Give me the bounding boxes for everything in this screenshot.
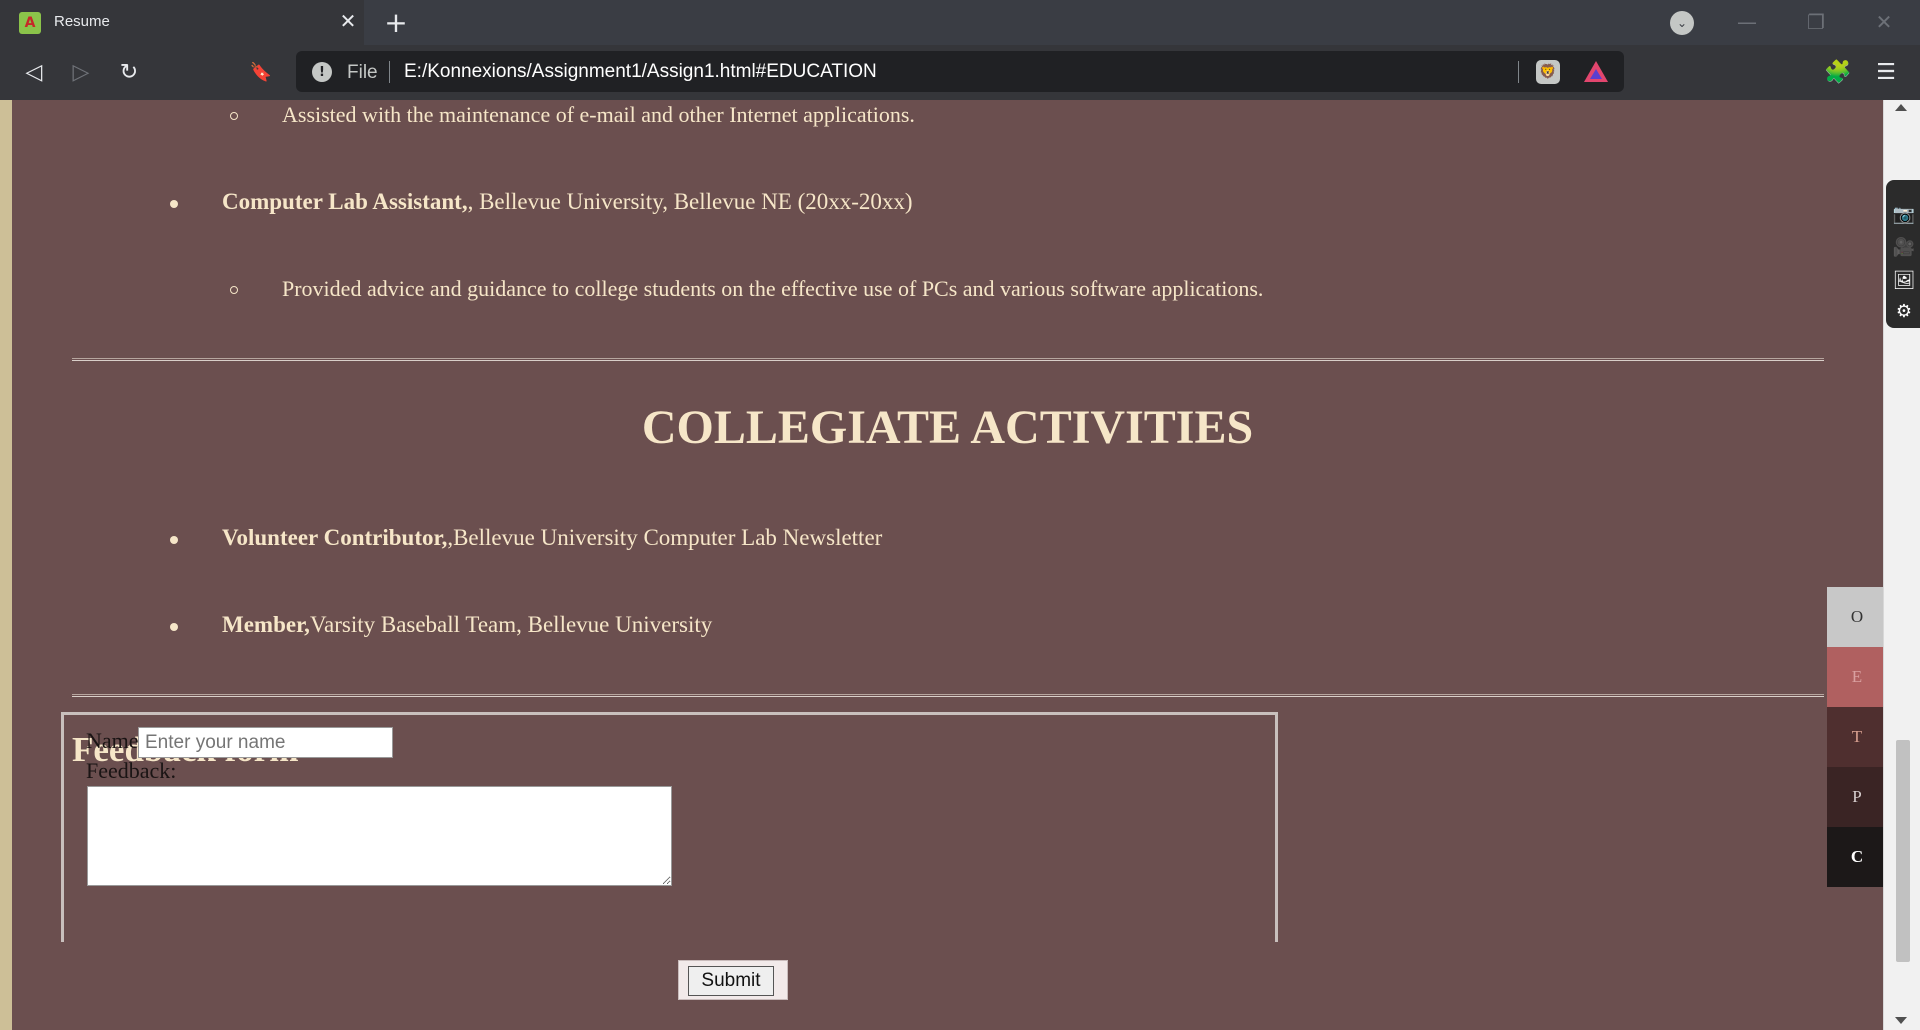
list-item: Assisted with the maintenance of e-mail … <box>282 102 915 127</box>
section-nav-item-e[interactable]: E <box>1827 647 1887 707</box>
bookmark-icon[interactable]: 🔖 <box>245 56 277 88</box>
list-item: Computer Lab Assistant,, Bellevue Univer… <box>222 189 913 215</box>
tab-title: Resume <box>54 13 110 30</box>
favicon-icon: A <box>19 12 41 34</box>
scroll-thumb[interactable] <box>1896 740 1910 962</box>
tab-bar: A Resume ✕ + ⌄ — ❐ ✕ <box>0 0 1920 45</box>
omnibox-divider <box>389 61 390 83</box>
list-item: Provided advice and guidance to college … <box>282 276 1264 301</box>
list-bullet <box>170 536 178 544</box>
list-bullet <box>170 200 178 208</box>
activity-detail: Varsity Baseball Team, Bellevue Universi… <box>309 612 713 637</box>
brave-shield-icon[interactable]: 🦁 <box>1536 60 1560 84</box>
page-left-border <box>0 100 12 1030</box>
extensions-icon[interactable]: 🧩 <box>1822 56 1854 88</box>
new-tab-button[interactable]: + <box>382 6 410 39</box>
file-scheme-label: File <box>347 62 378 83</box>
section-title: COLLEGIATE ACTIVITIES <box>641 401 1254 454</box>
section-nav: O E T P C <box>1827 587 1887 887</box>
gallery-icon[interactable]: 🖼 <box>1892 268 1916 292</box>
activity-role: Volunteer Contributor, <box>222 525 448 550</box>
section-nav-item-p[interactable]: P <box>1827 767 1887 827</box>
url-text[interactable]: E:/Konnexions/Assignment1/Assign1.html#E… <box>404 61 877 83</box>
section-nav-item-t[interactable]: T <box>1827 707 1887 767</box>
section-divider <box>72 358 1824 361</box>
list-bullet <box>230 112 238 120</box>
video-icon[interactable]: 🎥 <box>1892 235 1916 259</box>
job-title: Computer Lab Assistant, <box>222 189 468 214</box>
forward-button[interactable]: ▷ <box>65 56 97 88</box>
address-bar[interactable]: ! File E:/Konnexions/Assignment1/Assign1… <box>296 51 1624 92</box>
scroll-up-icon[interactable] <box>1895 104 1907 111</box>
capture-tool-dock: 📷 🎥 🖼 ⚙ <box>1886 180 1920 328</box>
menu-icon[interactable]: ☰ <box>1870 56 1902 88</box>
close-window-button[interactable]: ✕ <box>1864 8 1904 36</box>
restore-button[interactable]: ❐ <box>1796 8 1836 36</box>
submit-button[interactable]: Submit <box>688 966 774 996</box>
list-bullet <box>230 286 238 294</box>
name-input[interactable] <box>138 727 393 758</box>
activity-role: Member, <box>222 612 310 637</box>
job-detail: , Bellevue University, Bellevue NE (20xx… <box>467 189 913 214</box>
settings-icon[interactable]: ⚙ <box>1892 299 1916 323</box>
brave-rewards-icon[interactable] <box>1584 61 1608 82</box>
section-nav-item-c[interactable]: C <box>1827 827 1887 887</box>
close-tab-icon[interactable]: ✕ <box>336 9 360 33</box>
activity-detail: ,Bellevue University Computer Lab Newsle… <box>447 525 883 550</box>
submit-wrapper: Submit <box>678 960 788 1000</box>
feedback-textarea[interactable] <box>87 786 672 886</box>
list-item: Member,Varsity Baseball Team, Bellevue U… <box>222 612 712 638</box>
list-bullet <box>170 623 178 631</box>
section-nav-item-o[interactable]: O <box>1827 587 1887 647</box>
info-icon[interactable]: ! <box>312 62 332 82</box>
scroll-down-icon[interactable] <box>1895 1017 1907 1024</box>
tab-search-icon[interactable]: ⌄ <box>1670 11 1694 35</box>
reload-button[interactable]: ↻ <box>113 56 145 88</box>
list-item: Volunteer Contributor,,Bellevue Universi… <box>222 525 882 551</box>
tab-resume[interactable]: A Resume ✕ <box>0 0 364 45</box>
browser-toolbar: ◁ ▷ ↻ 🔖 ! File E:/Konnexions/Assignment1… <box>0 45 1920 100</box>
omnibox-divider <box>1518 61 1519 83</box>
name-label: Name <box>86 728 139 753</box>
camera-icon[interactable]: 📷 <box>1892 202 1916 226</box>
feedback-label: Feedback: <box>86 758 177 783</box>
section-divider <box>72 694 1824 697</box>
back-button[interactable]: ◁ <box>18 56 50 88</box>
minimize-button[interactable]: — <box>1727 8 1767 36</box>
